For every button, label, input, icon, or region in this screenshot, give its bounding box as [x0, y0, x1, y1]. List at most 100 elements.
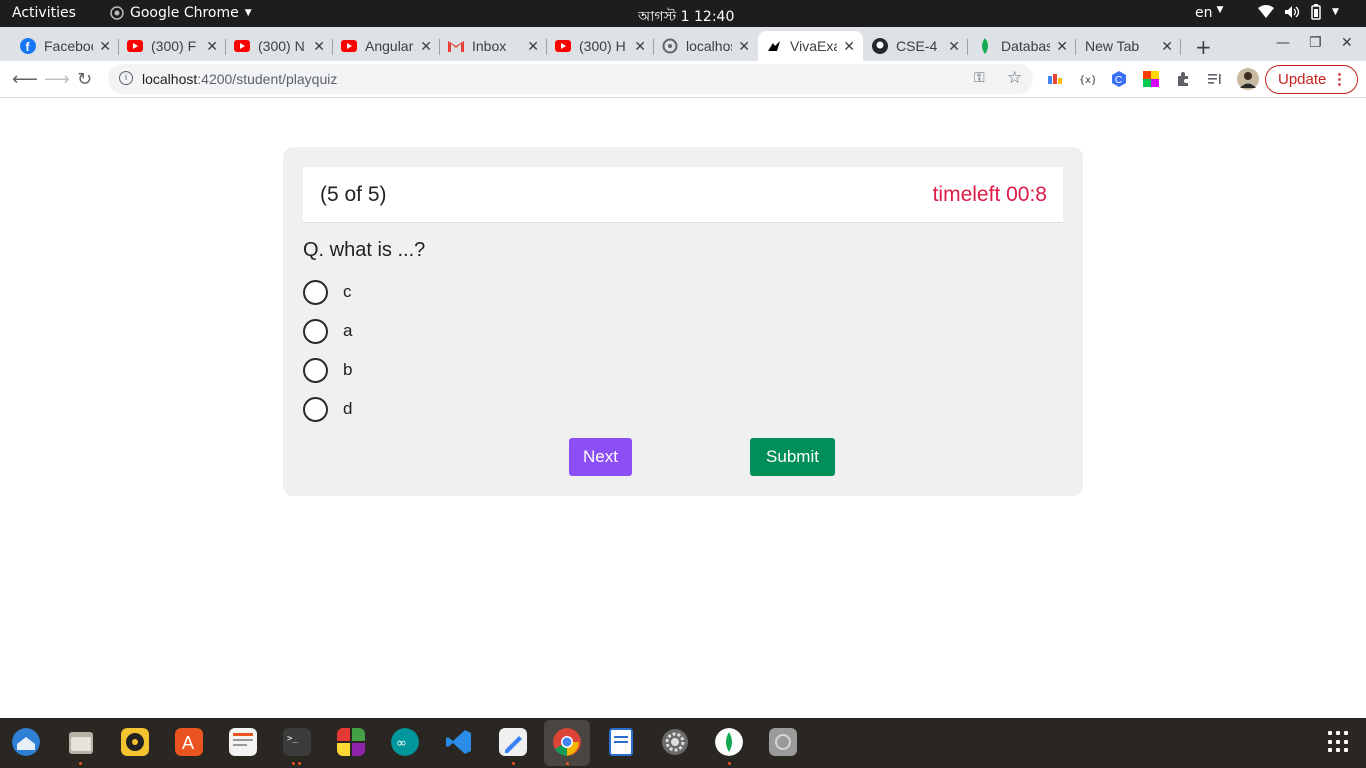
svg-text:>_: >_ [287, 734, 298, 744]
c-extension-icon[interactable]: C [1111, 71, 1127, 87]
tab-title: (300) N [258, 38, 305, 54]
vivaexam-icon [766, 38, 782, 54]
software-center-icon[interactable]: A [175, 728, 203, 756]
running-indicator [298, 762, 301, 765]
close-icon[interactable]: ✕ [738, 38, 750, 55]
radio-button[interactable] [303, 396, 328, 422]
text-editor-icon[interactable] [499, 728, 527, 756]
close-icon[interactable]: ✕ [948, 38, 960, 55]
option-b[interactable]: b [303, 357, 352, 383]
close-icon[interactable]: ✕ [99, 38, 111, 55]
tab-facebook[interactable]: f Facebook ✕ [12, 31, 119, 61]
close-icon[interactable]: ✕ [527, 38, 539, 55]
settings-icon[interactable] [661, 728, 689, 756]
puzzle-icon[interactable] [1175, 71, 1191, 87]
close-icon[interactable]: ✕ [420, 38, 432, 55]
tab-youtube-3[interactable]: Angular ✕ [333, 31, 440, 61]
avatar[interactable] [1237, 68, 1259, 90]
youtube-icon [127, 38, 143, 54]
close-icon[interactable]: ✕ [206, 38, 218, 55]
close-icon[interactable]: ✕ [843, 38, 855, 55]
language-indicator[interactable]: en ▼ [1195, 5, 1223, 21]
terminal-icon[interactable]: >_ [283, 728, 311, 756]
tab-strip: f Facebook ✕ (300) F ✕ (300) N ✕ Angular… [0, 27, 1366, 61]
star-icon[interactable]: ☆ [1007, 68, 1022, 88]
rhythmbox-icon[interactable] [121, 728, 149, 756]
close-window-button[interactable]: ✕ [1341, 35, 1353, 51]
arduino-icon[interactable]: ∞ [391, 728, 419, 756]
close-icon[interactable]: ✕ [1161, 38, 1173, 55]
vscode-icon[interactable] [445, 728, 473, 756]
chrome-icon[interactable] [553, 728, 581, 756]
mongodb-compass-icon[interactable] [715, 728, 743, 756]
document-viewer-icon[interactable] [229, 728, 257, 756]
files-icon[interactable] [67, 728, 95, 756]
update-button[interactable]: Update ⋮ [1265, 65, 1358, 94]
submit-button[interactable]: Submit [750, 438, 835, 476]
restore-button[interactable]: ❐ [1309, 35, 1322, 51]
activities-button[interactable]: Activities [12, 5, 76, 21]
tab-title: (300) F [151, 38, 197, 54]
json-extension-icon[interactable]: {x} [1079, 71, 1095, 87]
tab-gmail[interactable]: Inbox ✕ [440, 31, 547, 61]
option-label: c [343, 282, 352, 301]
svg-text:C: C [1115, 75, 1122, 86]
gnome-top-bar: Activities Google Chrome ▼ আগস্ট 1 12:40… [0, 0, 1366, 27]
tab-title: CSE-4 [896, 38, 938, 54]
tab-divider [1180, 39, 1181, 55]
media-control-icon[interactable] [1207, 71, 1223, 87]
question-text: Q. what is ...? [303, 239, 426, 261]
tab-github[interactable]: CSE-4 ✕ [864, 31, 968, 61]
battery-icon [1311, 4, 1321, 20]
chevron-down-icon: ▼ [1332, 7, 1339, 17]
browser-toolbar: ⟵ ⟶ ↻ i localhost:4200/student/playquiz … [0, 61, 1366, 98]
disk-utility-icon[interactable] [769, 728, 797, 756]
back-button[interactable]: ⟵ [12, 69, 38, 90]
minimize-button[interactable]: — [1276, 35, 1290, 51]
system-menu[interactable]: ▼ [1258, 4, 1339, 20]
tab-title: Angular [365, 38, 414, 54]
tab-localhost[interactable]: localhost ✕ [654, 31, 758, 61]
radio-button[interactable] [303, 357, 328, 383]
wifi-icon [1258, 5, 1274, 18]
tab-vivaexam[interactable]: VivaExam ✕ [758, 31, 863, 61]
chevron-down-icon: ▼ [1216, 5, 1224, 15]
tab-title: (300) H [579, 38, 626, 54]
chevron-down-icon: ▼ [244, 8, 252, 18]
tab-divider [1075, 39, 1076, 55]
tab-database[interactable]: Database ✕ [969, 31, 1076, 61]
extension-icon[interactable] [1047, 71, 1063, 87]
radio-button[interactable] [303, 318, 328, 344]
thunderbird-icon[interactable] [12, 728, 40, 756]
address-bar[interactable]: i localhost:4200/student/playquiz ⚿ ☆ [108, 64, 1033, 94]
tab-youtube-1[interactable]: (300) F ✕ [119, 31, 226, 61]
next-button[interactable]: Next [569, 438, 632, 476]
option-c[interactable]: c [303, 279, 352, 305]
radio-button[interactable] [303, 279, 328, 305]
tab-new-tab[interactable]: New Tab ✕ [1077, 31, 1181, 61]
tab-title: Database [1001, 38, 1051, 54]
app-grid-color-icon[interactable] [337, 728, 365, 756]
app-menu[interactable]: Google Chrome ▼ [110, 5, 252, 21]
more-menu-icon[interactable]: ⋮ [1332, 70, 1347, 88]
color-extension-icon[interactable] [1143, 71, 1159, 87]
forward-button[interactable]: ⟶ [44, 69, 70, 90]
clock[interactable]: আগস্ট 1 12:40 [638, 5, 734, 29]
writer-icon[interactable] [607, 728, 635, 756]
running-indicator [292, 762, 295, 765]
show-applications-icon[interactable] [1328, 731, 1350, 753]
option-label: d [343, 399, 353, 418]
reload-button[interactable]: ↻ [77, 69, 92, 90]
youtube-icon [555, 38, 571, 54]
close-icon[interactable]: ✕ [1056, 38, 1068, 55]
github-icon [872, 38, 888, 54]
tab-youtube-4[interactable]: (300) H ✕ [547, 31, 654, 61]
new-tab-button[interactable]: + [1195, 35, 1212, 59]
close-icon[interactable]: ✕ [313, 38, 325, 55]
info-icon[interactable]: i [119, 71, 133, 85]
option-d[interactable]: d [303, 396, 352, 422]
tab-youtube-2[interactable]: (300) N ✕ [226, 31, 333, 61]
key-icon[interactable]: ⚿ [974, 69, 985, 86]
close-icon[interactable]: ✕ [634, 38, 646, 55]
option-a[interactable]: a [303, 318, 352, 344]
